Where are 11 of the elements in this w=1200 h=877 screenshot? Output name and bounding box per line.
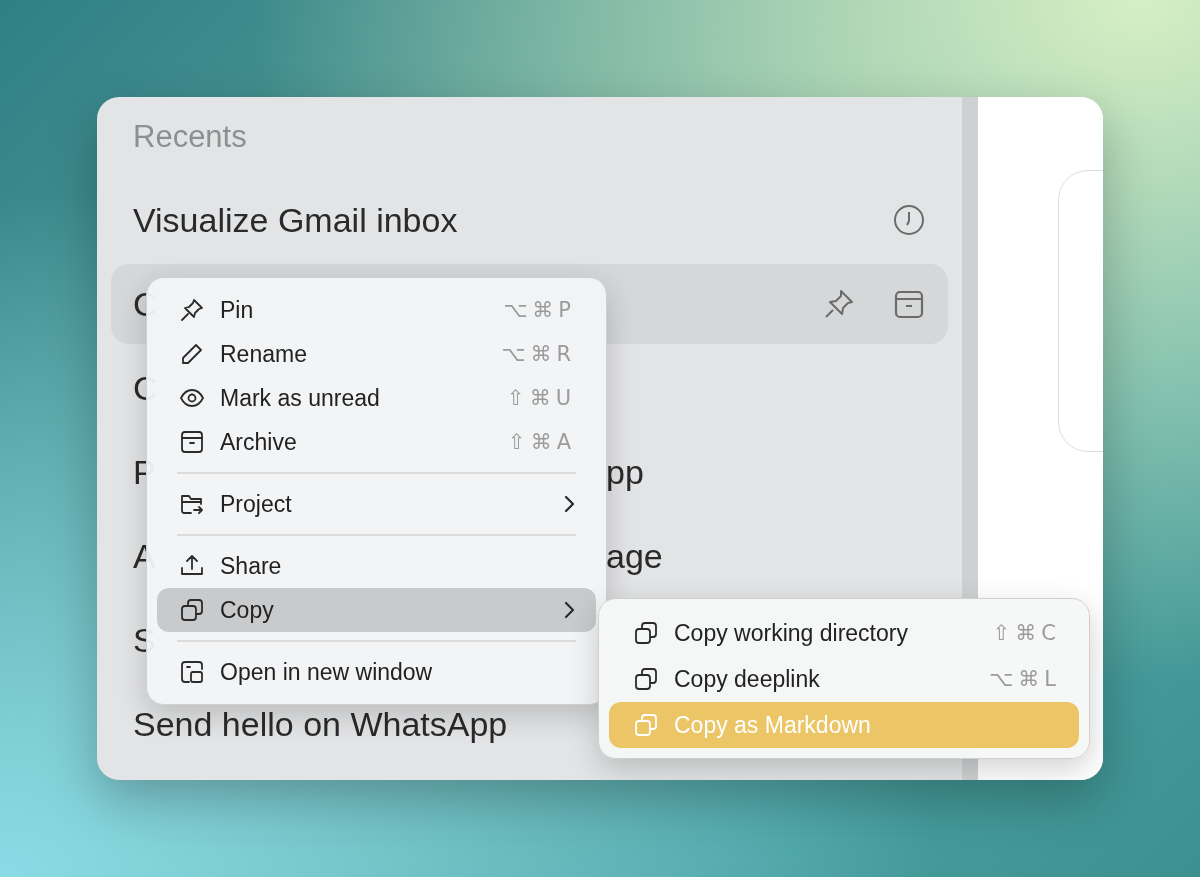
shortcut-label: ⌥⌘R [501,342,576,366]
item-title: C [133,284,158,324]
item-title: P [133,452,156,492]
shortcut-label: ⌥⌘P [503,298,576,322]
item-title-fragment: pp [606,452,644,492]
shortcut-label: ⇧⌘C [992,621,1061,645]
shortcut-label: ⇧⌘U [507,386,576,410]
item-title: Visualize Gmail inbox [133,200,458,240]
shortcut-label: ⌥⌘L [989,667,1061,691]
shortcut-label: ⇧⌘A [508,430,576,454]
section-heading: Recents [132,118,248,156]
